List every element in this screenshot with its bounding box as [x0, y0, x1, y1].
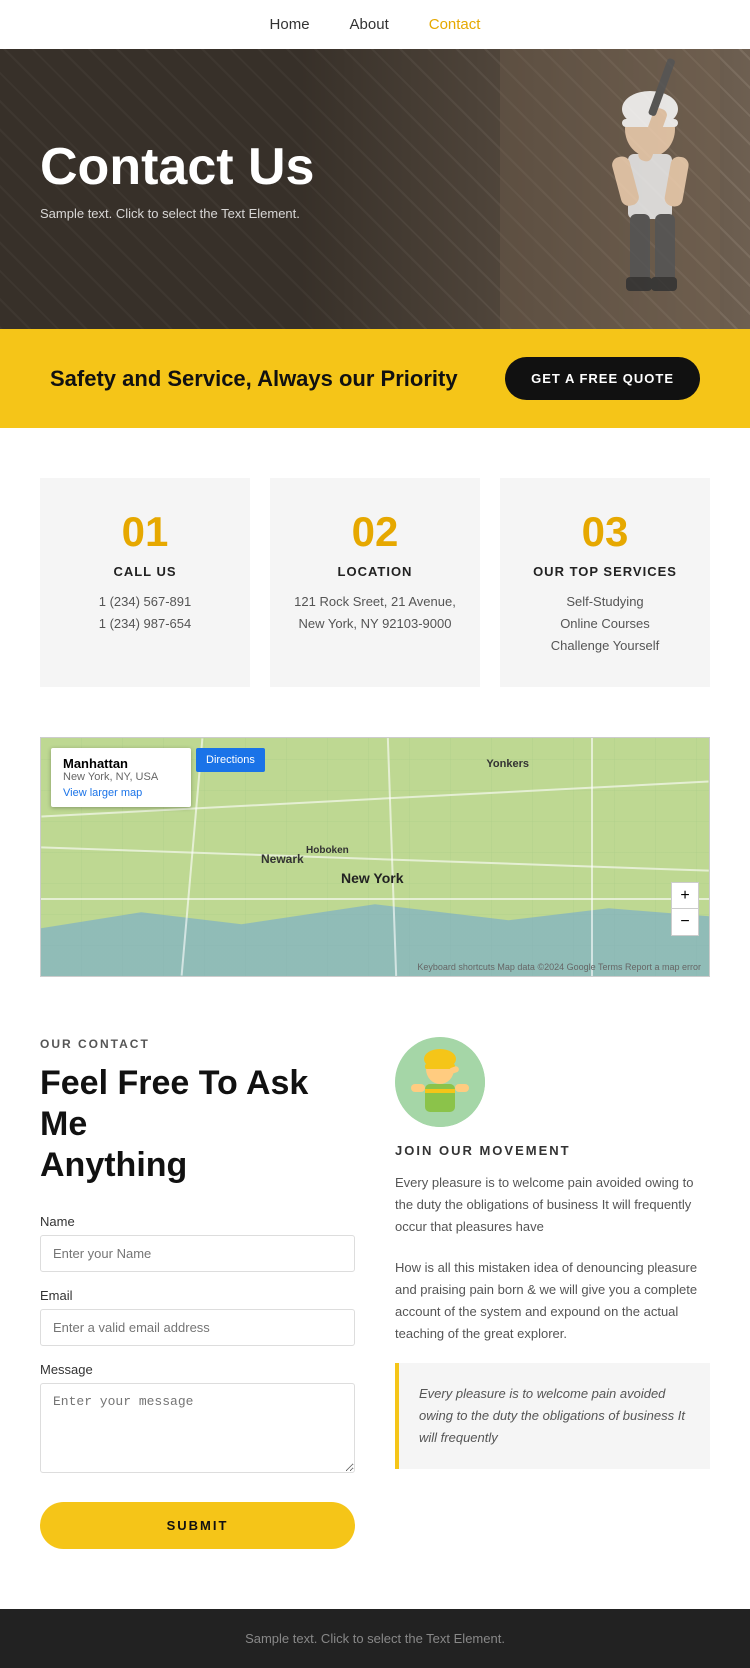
join-movement-label: JOIN OUR MOVEMENT — [395, 1143, 710, 1158]
free-quote-button[interactable]: GET A FREE QUOTE — [505, 357, 700, 400]
name-field-group: Name — [40, 1214, 355, 1272]
contact-heading: Feel Free To Ask Me Anything — [40, 1063, 355, 1185]
info-card-call: 01 CALL US 1 (234) 567-891 1 (234) 987-6… — [40, 478, 250, 687]
worker-avatar — [395, 1037, 485, 1127]
card-body-2: 121 Rock Sreet, 21 Avenue, New York, NY … — [290, 591, 460, 635]
map-view-larger-link[interactable]: View larger map — [63, 787, 179, 799]
promo-banner: Safety and Service, Always our Priority … — [0, 329, 750, 428]
card-number-2: 02 — [290, 508, 460, 556]
email-label: Email — [40, 1288, 355, 1303]
card-title-3: OUR TOP SERVICES — [520, 564, 690, 579]
map-label-yonkers: Yonkers — [486, 758, 529, 770]
map-location-sub: New York, NY, USA — [63, 771, 179, 783]
map-footer-text: Keyboard shortcuts Map data ©2024 Google… — [417, 962, 701, 972]
map-road-v3 — [591, 738, 593, 976]
message-input[interactable] — [40, 1383, 355, 1473]
info-card-services: 03 OUR TOP SERVICES Self-Studying Online… — [500, 478, 710, 687]
navigation: Home About Contact — [0, 0, 750, 49]
map-location-name: Manhattan — [63, 756, 179, 771]
card-body-3: Self-Studying Online Courses Challenge Y… — [520, 591, 690, 657]
map-directions-button[interactable]: Directions — [196, 748, 265, 772]
page-footer: Sample text. Click to select the Text El… — [0, 1609, 750, 1668]
map-label-hoboken: Hoboken — [306, 845, 349, 856]
contact-form-panel: OUR CONTACT Feel Free To Ask Me Anything… — [40, 1037, 355, 1548]
contact-section: OUR CONTACT Feel Free To Ask Me Anything… — [0, 1037, 750, 1608]
map-label-newark: Newark — [261, 852, 304, 866]
card-title-1: CALL US — [60, 564, 230, 579]
hero-subtitle: Sample text. Click to select the Text El… — [40, 206, 314, 221]
nav-contact[interactable]: Contact — [429, 16, 481, 33]
map-zoom-in[interactable]: + — [672, 883, 698, 909]
footer-text: Sample text. Click to select the Text El… — [245, 1631, 505, 1646]
hero-section: Contact Us Sample text. Click to select … — [0, 49, 750, 329]
map-zoom-out[interactable]: − — [672, 909, 698, 935]
map-label-newyork: New York — [341, 870, 404, 886]
card-title-2: LOCATION — [290, 564, 460, 579]
submit-button[interactable]: SUBMIT — [40, 1502, 355, 1549]
nav-home[interactable]: Home — [270, 16, 310, 33]
hero-title: Contact Us — [40, 139, 314, 196]
contact-info-panel: JOIN OUR MOVEMENT Every pleasure is to w… — [395, 1037, 710, 1548]
info-cards-section: 01 CALL US 1 (234) 567-891 1 (234) 987-6… — [0, 478, 750, 687]
info-card-location: 02 LOCATION 121 Rock Sreet, 21 Avenue, N… — [270, 478, 480, 687]
name-input[interactable] — [40, 1235, 355, 1272]
quote-block: Every pleasure is to welcome pain avoide… — [395, 1363, 710, 1469]
map-section[interactable]: New York Newark Yonkers Hoboken Manhatta… — [40, 737, 710, 977]
contact-para-1: Every pleasure is to welcome pain avoide… — [395, 1172, 710, 1238]
card-body-1: 1 (234) 567-891 1 (234) 987-654 — [60, 591, 230, 635]
name-label: Name — [40, 1214, 355, 1229]
map-road-h3 — [41, 898, 709, 900]
hero-worker-illustration — [500, 49, 720, 329]
nav-about[interactable]: About — [350, 16, 389, 33]
map-info-box: Manhattan New York, NY, USA View larger … — [51, 748, 191, 807]
banner-text: Safety and Service, Always our Priority — [50, 366, 458, 392]
map-zoom-controls: + − — [671, 882, 699, 936]
email-field-group: Email — [40, 1288, 355, 1346]
our-contact-label: OUR CONTACT — [40, 1037, 355, 1051]
card-number-3: 03 — [520, 508, 690, 556]
card-number-1: 01 — [60, 508, 230, 556]
message-label: Message — [40, 1362, 355, 1377]
hero-content: Contact Us Sample text. Click to select … — [40, 139, 314, 221]
message-field-group: Message — [40, 1362, 355, 1478]
email-input[interactable] — [40, 1309, 355, 1346]
contact-para-2: How is all this mistaken idea of denounc… — [395, 1257, 710, 1345]
